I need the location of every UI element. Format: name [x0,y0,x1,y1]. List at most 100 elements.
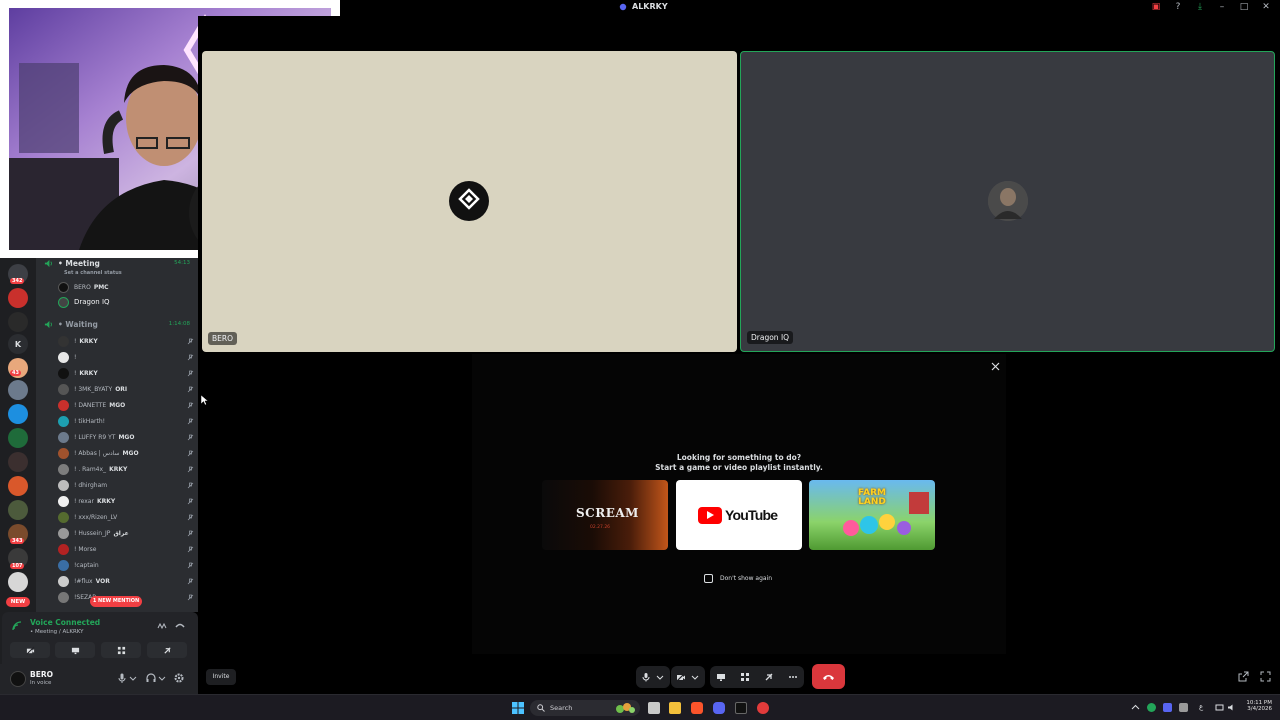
new-servers-badge[interactable]: NEW [6,597,30,607]
screen-share-icon[interactable] [716,672,726,682]
voice-channel-waiting[interactable]: • Waiting 1:14:08 [42,319,196,331]
language-indicator[interactable]: ع [1199,703,1208,712]
user-name[interactable]: BERO [30,670,53,679]
server-logo-icon [619,3,627,11]
microphone-icon[interactable] [116,672,128,684]
voice-member[interactable]: Dragon IQ [56,296,196,310]
voice-status[interactable]: Voice Connected [30,618,100,627]
maximize-icon[interactable]: □ [1238,2,1250,12]
invite-button[interactable]: Invite [206,669,236,685]
camera-button[interactable] [10,642,50,658]
gear-icon[interactable] [173,672,185,684]
voice-member[interactable]: ! Hussein_JP عراق [56,527,196,541]
noise-suppression-icon[interactable] [156,620,168,632]
member-tag: ORI [115,386,128,393]
activities-button[interactable] [101,642,141,658]
file-explorer-icon[interactable] [669,702,681,714]
screen-share-button[interactable] [55,642,95,658]
voice-member[interactable]: !captain [56,559,196,573]
voice-member[interactable]: ! 3MK_BYATY ORI [56,383,196,397]
voice-member[interactable]: ! DANETTE MGO [56,399,196,413]
avatar [58,297,69,308]
server-icon[interactable] [8,380,28,400]
server-icon[interactable] [8,428,28,448]
soundboard-button[interactable] [147,642,187,658]
voice-member[interactable]: ! rexar KRKY [56,495,196,509]
activity-card-farmland[interactable]: FARM LAND [809,480,935,550]
tray-app-icon[interactable] [1147,703,1156,712]
voice-member[interactable]: ! xxx/Rizen_LV [56,511,196,525]
participant-name: BERO [208,332,237,345]
popout-icon[interactable] [1238,671,1249,682]
close-icon[interactable] [991,362,1000,371]
voice-channel-meeting[interactable]: • Meeting 54:13 Set a channel status [42,258,196,276]
server-icon[interactable] [8,312,28,332]
activities-icon [117,646,125,654]
speaker-icon [44,320,52,329]
more-options-icon[interactable] [788,672,798,682]
tray-keyboard-icon[interactable] [1179,703,1188,712]
disconnect-icon[interactable] [174,620,186,632]
user-avatar[interactable] [10,671,26,687]
voice-member[interactable]: ! Abbas | سادس MGO [56,447,196,461]
app-icon[interactable] [757,702,769,714]
search-label: Search [550,704,573,712]
headphones-icon[interactable] [145,672,157,684]
voice-member[interactable]: ! dhirgham [56,479,196,493]
chevron-down-icon[interactable] [158,672,166,684]
tray-mic-icon[interactable] [1163,703,1172,712]
participant-tile-dragon[interactable]: Dragon IQ [740,51,1275,352]
network-icon[interactable] [1215,703,1224,712]
voice-member[interactable]: !#flux VOR [56,575,196,589]
call-actions-group [710,666,804,688]
voice-member[interactable]: ! Morse [56,543,196,557]
chevron-down-icon[interactable] [129,672,137,684]
windows-start-icon[interactable] [512,702,524,714]
server-icon[interactable] [8,288,28,308]
discord-app-icon[interactable] [713,702,725,714]
voice-member[interactable]: ! KRKY [56,335,196,349]
new-mention-pill[interactable]: 1 NEW MENTION [90,596,142,607]
avatar [58,560,69,571]
voice-member[interactable]: ! tikHarth! [56,415,196,429]
screen-share-icon[interactable]: ▣ [1150,2,1162,12]
avatar [58,496,69,507]
voice-location[interactable]: • Meeting / ALKRKY [30,629,84,635]
server-icon[interactable] [8,452,28,472]
soundboard-icon[interactable] [764,672,774,682]
card-title: SCREAM [576,506,639,520]
brave-browser-icon[interactable] [691,702,703,714]
avatar [58,448,69,459]
microphone-control[interactable] [636,666,670,688]
task-view-icon[interactable] [648,702,660,714]
voice-member[interactable]: ! KRKY [56,367,196,381]
volume-icon[interactable] [1227,703,1236,712]
taskbar-search[interactable]: Search [530,700,640,716]
help-icon[interactable]: ? [1172,2,1184,12]
chevron-up-icon[interactable] [1131,703,1140,712]
minimize-icon[interactable]: – [1216,2,1228,12]
dont-show-checkbox[interactable] [704,574,713,583]
download-icon[interactable]: ⤓ [1194,2,1206,12]
camera-control[interactable] [671,666,705,688]
voice-member[interactable]: BERO PMC [56,281,196,295]
participant-tile-bero[interactable]: BERO [202,51,737,352]
server-icon[interactable] [8,500,28,520]
fullscreen-icon[interactable] [1260,671,1271,682]
server-icon[interactable] [8,404,28,424]
server-icon[interactable] [8,476,28,496]
server-icon-k[interactable]: K [8,334,28,354]
voice-member[interactable]: ! . Ram4x_ KRKY [56,463,196,477]
taskbar-clock[interactable]: 10:11 PM 3/4/2026 [1244,700,1272,712]
voice-member[interactable]: ! [56,351,196,365]
activity-card-scream[interactable]: SCREAM 02.27.26 [542,480,668,550]
disconnect-button[interactable] [812,664,845,689]
close-icon[interactable]: ✕ [1260,2,1272,12]
server-icon[interactable] [8,572,28,592]
channel-status[interactable]: Set a channel status [64,270,122,276]
activities-icon[interactable] [740,672,750,682]
voice-member[interactable]: ! LUFFY R9 YT MGO [56,431,196,445]
muted-icon [187,338,194,345]
activity-card-youtube[interactable]: YouTube [676,480,802,550]
tiktok-app-icon[interactable] [735,702,747,714]
